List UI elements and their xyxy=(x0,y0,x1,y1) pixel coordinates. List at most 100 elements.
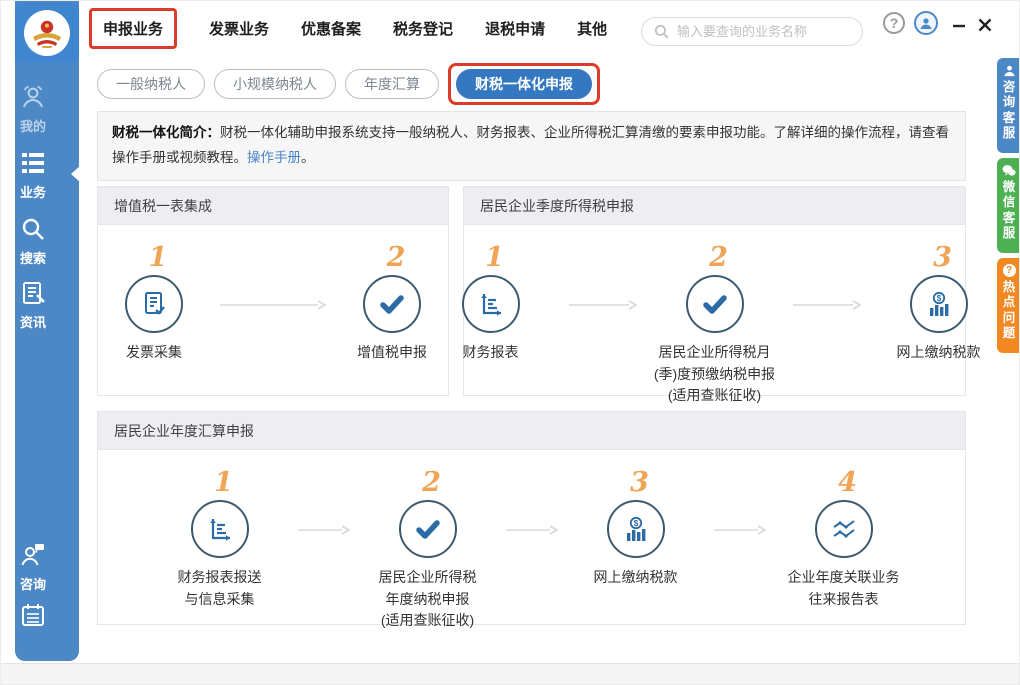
side-tab-label: 咨询客服 xyxy=(1002,80,1016,141)
intro-suffix: 。 xyxy=(301,150,315,165)
subtab-bar: 一般纳税人 小规模纳税人 年度汇算 财税一体化申报 xyxy=(97,63,600,105)
arrow-icon xyxy=(791,299,863,311)
panel-title: 居民企业季度所得税申报 xyxy=(464,187,965,225)
check-icon[interactable] xyxy=(399,500,457,558)
side-tab-hot-questions[interactable]: ? 热点问题 xyxy=(997,258,1020,353)
nav-item-registration[interactable]: 税务登记 xyxy=(393,18,453,39)
panel-steps: 1 发票采集 2 xyxy=(98,225,448,364)
sidebar-item-search[interactable]: 搜索 xyxy=(1,215,65,267)
consult-icon xyxy=(19,541,47,569)
arrow-icon xyxy=(218,299,328,311)
step-invoice-collect[interactable]: 1 发票采集 xyxy=(90,241,218,364)
step-label: 财务报表 xyxy=(463,342,519,364)
svg-text:$: $ xyxy=(936,294,941,303)
sidebar-item-consult[interactable]: 咨询 xyxy=(1,541,65,593)
check-icon[interactable] xyxy=(363,275,421,333)
subtab-annual-settlement[interactable]: 年度汇算 xyxy=(345,69,439,99)
trend-icon[interactable] xyxy=(815,500,873,558)
step-pay-online[interactable]: 3 $ 网上缴纳税款 xyxy=(863,241,1015,364)
nav-item-declare[interactable]: 申报业务 xyxy=(89,8,177,49)
highlight-box: 财税一体化申报 xyxy=(448,63,600,105)
business-search[interactable] xyxy=(641,17,863,46)
step-number: 1 xyxy=(485,241,504,275)
panel-steps: 1 财务报表报送 与信息采集 2 xyxy=(98,450,965,632)
user-icon xyxy=(19,83,47,111)
step-number: 3 xyxy=(630,466,649,500)
panel-steps: 1 财务报表 2 xyxy=(464,225,965,407)
panel-annual-settlement: 居民企业年度汇算申报 1 财务报表报送 与信息采集 xyxy=(97,411,966,625)
tax-emblem-icon xyxy=(24,10,70,56)
side-tab-consult-service[interactable]: 咨询客服 xyxy=(997,58,1020,153)
sidebar-item-news[interactable]: 资讯 xyxy=(1,279,65,331)
report-icon[interactable] xyxy=(462,275,520,333)
sidebar-item-mine[interactable]: 我的 xyxy=(1,83,65,135)
question-icon: ? xyxy=(1003,264,1016,277)
news-icon xyxy=(19,279,47,307)
step-report-submit[interactable]: 1 财务报表报送 与信息采集 xyxy=(144,466,296,610)
step-number: 4 xyxy=(838,466,857,500)
panel-vat-integration: 增值税一表集成 1 发票采集 2 xyxy=(97,186,449,396)
invoice-collect-icon[interactable] xyxy=(125,275,183,333)
step-label: 网上缴纳税款 xyxy=(594,567,678,589)
active-item-pointer xyxy=(71,165,81,183)
account-icon[interactable] xyxy=(914,11,938,35)
step-financial-report[interactable]: 1 财务报表 xyxy=(415,241,567,364)
help-glyph: ? xyxy=(890,15,899,31)
arrow-icon xyxy=(567,299,639,311)
wechat-icon xyxy=(1002,164,1016,177)
subtab-general-taxpayer[interactable]: 一般纳税人 xyxy=(97,69,205,99)
close-button[interactable] xyxy=(975,15,995,35)
nav-item-preference[interactable]: 优惠备案 xyxy=(301,18,361,39)
step-number: 3 xyxy=(933,241,952,275)
sidebar-item-label: 业务 xyxy=(20,182,46,201)
step-label: 居民企业所得税 年度纳税申报 (适用查账征收) xyxy=(379,567,477,632)
help-icon[interactable]: ? xyxy=(883,12,905,34)
subtab-fiscal-tax-integration[interactable]: 财税一体化申报 xyxy=(456,69,592,99)
sidebar-item-label: 搜索 xyxy=(20,248,46,267)
side-tab-label: 热点问题 xyxy=(1002,280,1016,341)
intro-box: 财税一体化简介：财税一体化辅助申报系统支持一般纳税人、财务报表、企业所得税汇算清… xyxy=(97,111,966,181)
sidebar-item-label: 我的 xyxy=(20,116,46,135)
subtab-small-scale-taxpayer[interactable]: 小规模纳税人 xyxy=(214,69,336,99)
panel-title: 居民企业年度汇算申报 xyxy=(98,412,965,450)
sidebar-item-calendar[interactable] xyxy=(1,601,65,629)
arrow-icon xyxy=(504,524,560,536)
side-tab-wechat-service[interactable]: 微信客服 xyxy=(997,158,1020,253)
manual-link[interactable]: 操作手册 xyxy=(247,150,301,165)
pay-tax-icon[interactable]: $ xyxy=(910,275,968,333)
step-number: 2 xyxy=(709,241,728,275)
step-pay-online[interactable]: 3 $ 网上缴纳税款 xyxy=(560,466,712,589)
list-icon xyxy=(19,149,47,177)
step-label: 财务报表报送 与信息采集 xyxy=(178,567,262,610)
app-window: 我的 业务 搜索 资讯 xyxy=(0,0,1020,685)
step-number: 2 xyxy=(422,466,441,500)
intro-body: 财税一体化辅助申报系统支持一般纳税人、财务报表、企业所得税汇算清缴的要素申报功能… xyxy=(112,125,949,165)
question-glyph: ? xyxy=(1006,265,1012,276)
panel-quarterly-income-tax: 居民企业季度所得税申报 1 财务报表 xyxy=(463,186,966,396)
app-logo xyxy=(15,3,79,63)
step-number: 2 xyxy=(387,241,406,275)
minimize-button[interactable] xyxy=(949,15,969,35)
step-number: 1 xyxy=(214,466,233,500)
step-annual-declare[interactable]: 2 居民企业所得税 年度纳税申报 (适用查账征收) xyxy=(352,466,504,632)
step-prepay-declare[interactable]: 2 居民企业所得税月 (季)度预缴纳税申报 (适用查账征收) xyxy=(639,241,791,407)
calendar-icon xyxy=(19,601,47,629)
search-icon xyxy=(654,24,669,39)
intro-heading: 财税一体化简介： xyxy=(112,125,220,140)
nav-item-invoice[interactable]: 发票业务 xyxy=(209,18,269,39)
nav-item-refund[interactable]: 退税申请 xyxy=(485,18,545,39)
report-icon[interactable] xyxy=(191,500,249,558)
step-related-business-report[interactable]: 4 企业年度关联业务 往来报告表 xyxy=(768,466,920,610)
nav-item-other[interactable]: 其他 xyxy=(577,18,607,39)
step-number: 1 xyxy=(149,241,168,275)
search-input[interactable] xyxy=(677,24,853,39)
step-label: 发票采集 xyxy=(126,342,182,364)
step-label: 网上缴纳税款 xyxy=(897,342,981,364)
svg-text:$: $ xyxy=(633,519,638,528)
pay-tax-icon[interactable]: $ xyxy=(607,500,665,558)
sidebar-item-label: 资讯 xyxy=(20,312,46,331)
search-icon xyxy=(19,215,47,243)
sidebar-item-label: 咨询 xyxy=(20,574,46,593)
check-icon[interactable] xyxy=(686,275,744,333)
sidebar-item-business[interactable]: 业务 xyxy=(1,149,65,201)
